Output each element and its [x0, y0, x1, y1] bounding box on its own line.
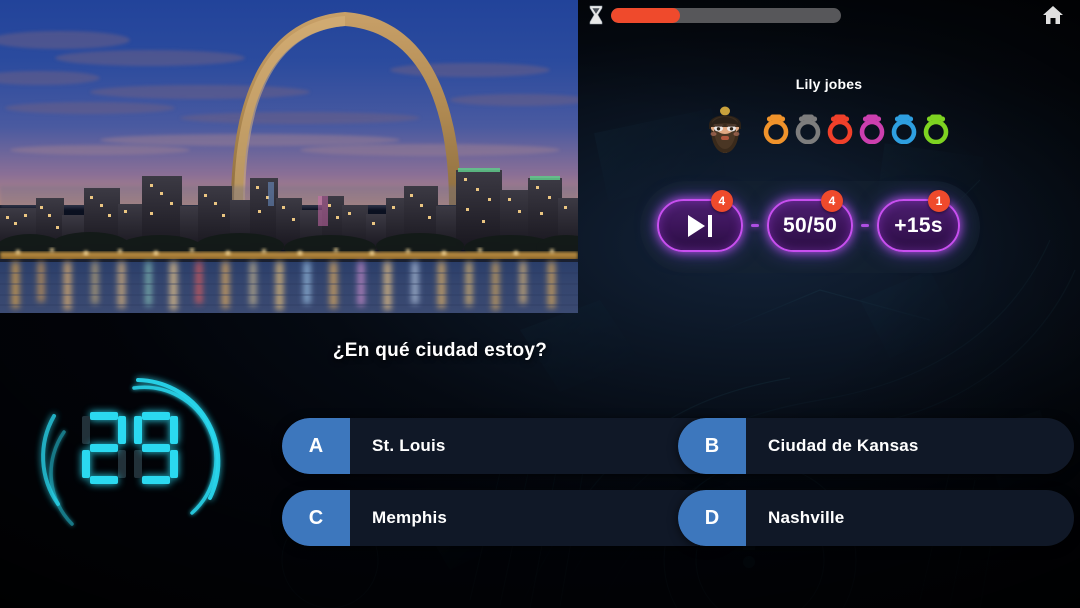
segment-g — [90, 444, 118, 452]
segment-f — [82, 416, 90, 444]
powerup-fifty-button[interactable]: 50/50 4 — [767, 190, 854, 252]
answer-option-a[interactable]: A St. Louis — [282, 418, 734, 474]
answer-letter-b: B — [678, 418, 746, 474]
answer-option-c[interactable]: C Memphis — [282, 490, 734, 546]
powerup-fifty-label: 50/50 — [783, 213, 838, 237]
powerup-connector — [861, 224, 870, 227]
answer-text-b: Ciudad de Kansas — [768, 436, 919, 455]
question-image — [0, 0, 578, 313]
segment-f — [134, 416, 142, 444]
badge-ring-list — [762, 114, 950, 144]
segment-a — [142, 412, 170, 420]
powerup-fifty-count-badge: 4 — [821, 190, 844, 212]
segment-d — [90, 476, 118, 484]
home-icon[interactable] — [1042, 5, 1064, 25]
ring-badge-green — [922, 114, 950, 144]
ring-badge-blue — [890, 114, 918, 144]
powerup-skip-button[interactable]: 4 — [657, 190, 743, 252]
segment-b — [118, 416, 126, 444]
quiz-progress-fill — [611, 8, 680, 23]
ring-badge-red — [826, 114, 854, 144]
countdown-timer-value — [82, 412, 178, 484]
ring-badge-magenta — [858, 114, 886, 144]
timer-digit-1 — [82, 412, 126, 484]
answer-text-c: Memphis — [372, 508, 448, 527]
segment-e — [82, 450, 90, 478]
powerup-connector — [751, 224, 759, 227]
answer-letter-c: C — [282, 490, 350, 546]
segment-c — [118, 450, 126, 478]
quiz-progress-bar — [611, 8, 841, 23]
segment-b — [170, 416, 178, 444]
answer-text-a: St. Louis — [372, 436, 446, 455]
powerup-list: 4 50/50 4 +15s 1 — [657, 190, 961, 252]
top-bar — [0, 0, 1080, 30]
player-status-row — [700, 103, 950, 155]
segment-e — [134, 450, 142, 478]
answer-letter-d: D — [678, 490, 746, 546]
powerup-time-count-badge: 1 — [928, 190, 951, 212]
ring-badge-gray — [794, 114, 822, 144]
player-name: Lily jobes — [795, 76, 863, 92]
answer-letter-a: A — [282, 418, 350, 474]
powerup-time-label: +15s — [894, 213, 943, 237]
skip-next-icon — [688, 214, 712, 237]
timer-digit-2 — [134, 412, 178, 484]
hourglass-icon — [588, 5, 604, 25]
quiz-game-screen: Lily jobes 4 50/50 4 +15s 1 ¿En qué ciud… — [0, 0, 1080, 608]
segment-g — [142, 444, 170, 452]
segment-d — [142, 476, 170, 484]
answer-text-d: Nashville — [768, 508, 845, 527]
segment-a — [90, 412, 118, 420]
ring-badge-orange — [762, 114, 790, 144]
powerup-time-button[interactable]: +15s 1 — [877, 190, 961, 252]
avatar[interactable] — [700, 103, 750, 155]
gateway-arch-photo — [0, 0, 578, 313]
answer-option-d[interactable]: D Nashville — [678, 490, 1074, 546]
segment-c — [170, 450, 178, 478]
powerup-skip-count-badge: 4 — [711, 190, 733, 212]
answer-option-b[interactable]: B Ciudad de Kansas — [678, 418, 1074, 474]
